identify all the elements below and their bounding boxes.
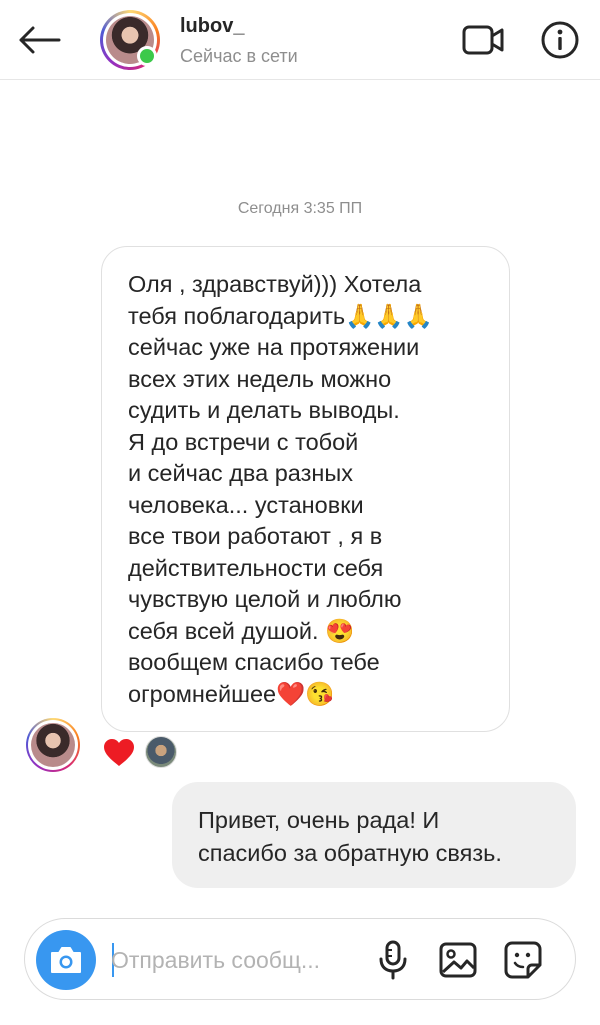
video-call-button[interactable]: [460, 20, 506, 60]
incoming-message-text: Оля , здравствуй))) Хотела тебя поблагод…: [128, 271, 433, 707]
voice-message-button[interactable]: [373, 938, 413, 982]
microphone-icon: [379, 940, 407, 980]
arrow-left-icon: [19, 26, 61, 54]
sender-avatar[interactable]: [26, 718, 80, 772]
heart-reaction[interactable]: [102, 736, 136, 768]
chat-header: lubov_ Сейчас в сети: [0, 0, 600, 80]
gallery-button[interactable]: [436, 939, 480, 981]
heart-icon: [104, 738, 134, 766]
video-camera-icon: [462, 25, 504, 55]
back-button[interactable]: [14, 18, 64, 62]
message-input[interactable]: [111, 939, 353, 981]
outgoing-message-bubble[interactable]: Привет, очень рада! И спасибо за обратну…: [172, 782, 576, 888]
message-timestamp: Сегодня 3:35 ПП: [237, 200, 363, 217]
gallery-icon: [439, 942, 477, 978]
online-status-dot: [137, 46, 157, 66]
sticker-icon: [504, 941, 542, 979]
camera-button[interactable]: [36, 930, 96, 990]
sticker-button[interactable]: [500, 938, 546, 982]
reactor-avatar[interactable]: [145, 736, 177, 768]
camera-icon: [51, 947, 81, 973]
contact-username[interactable]: lubov_: [180, 15, 244, 38]
outgoing-message-text: Привет, очень рада! И спасибо за обратну…: [198, 807, 502, 866]
contact-status: Сейчас в сети: [180, 46, 298, 66]
info-icon: [541, 21, 579, 59]
incoming-message-bubble[interactable]: Оля , здравствуй))) Хотела тебя поблагод…: [101, 246, 510, 732]
sender-avatar-image: [31, 723, 75, 767]
info-button[interactable]: [538, 18, 582, 62]
message-composer: [24, 918, 576, 1000]
